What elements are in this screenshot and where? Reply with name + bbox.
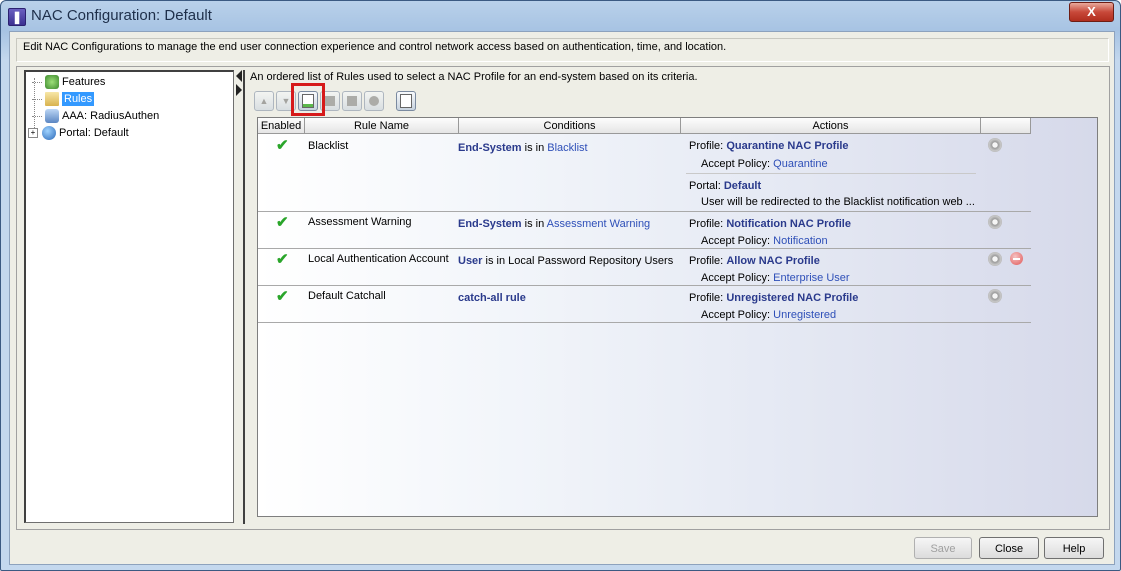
down-arrow-icon: ▼ [281, 96, 291, 106]
tree-item-label: Rules [62, 92, 95, 106]
rules-table[interactable]: Enabled Rule Name Conditions Actions ✔ B… [257, 117, 1098, 517]
rule-condition: catch-all rule [458, 292, 526, 304]
tree-item-features[interactable]: Features [32, 74, 105, 90]
rule-name: Blacklist [308, 140, 349, 152]
rules-description: An ordered list of Rules used to select … [250, 71, 698, 83]
column-header-tools[interactable] [981, 118, 1031, 134]
close-button[interactable]: Close [979, 537, 1039, 559]
rule-name: Assessment Warning [308, 216, 412, 228]
save-button[interactable]: Save [914, 537, 972, 559]
enabled-check-icon[interactable]: ✔ [276, 289, 290, 304]
dialog-description: Edit NAC Configurations to manage the en… [16, 38, 1109, 62]
table-row[interactable]: ✔ Assessment Warning End-System is in As… [258, 212, 1031, 249]
app-icon: ❚ [8, 8, 26, 26]
copy-icon [347, 96, 357, 106]
rule-name: Local Authentication Account [308, 253, 449, 265]
enabled-check-icon[interactable]: ✔ [276, 252, 290, 267]
rule-condition: End-System is in Blacklist [458, 142, 588, 154]
panel-splitter[interactable] [235, 70, 243, 524]
tree-item-rules[interactable]: Rules [32, 91, 95, 107]
table-row[interactable]: ✔ Local Authentication Account User is i… [258, 249, 1031, 286]
column-header-rule-name[interactable]: Rule Name [305, 118, 459, 134]
navigation-tree[interactable]: Features Rules AAA: RadiusAuthen + Porta… [24, 70, 234, 523]
table-row[interactable]: ✔ Blacklist End-System is in Blacklist P… [258, 135, 1031, 212]
title-bar[interactable]: ❚ NAC Configuration: Default X [1, 1, 1120, 31]
settings-document-icon [400, 94, 412, 108]
highlight-box [291, 83, 325, 116]
table-row[interactable]: ✔ Default Catchall catch-all rule Profil… [258, 286, 1031, 323]
delete-rule-button[interactable] [364, 91, 384, 111]
action-divider [686, 173, 976, 174]
up-arrow-icon: ▲ [259, 96, 269, 106]
window-close-button[interactable]: X [1069, 2, 1114, 22]
collapse-left-icon[interactable] [236, 70, 242, 82]
enabled-check-icon[interactable]: ✔ [276, 215, 290, 230]
rules-icon [45, 92, 59, 106]
rule-accept-policy: Accept Policy: Notification [701, 235, 828, 247]
expand-right-icon[interactable] [236, 84, 242, 96]
rule-settings-button[interactable] [396, 91, 416, 111]
tree-item-label: AAA: RadiusAuthen [62, 110, 160, 122]
enabled-check-icon[interactable]: ✔ [276, 138, 290, 153]
rule-accept-policy: Accept Policy: Enterprise User [701, 272, 850, 284]
gear-icon[interactable] [988, 138, 1002, 152]
rule-condition: User is in Local Password Repository Use… [458, 255, 674, 267]
rule-accept-policy: Accept Policy: Unregistered [701, 309, 837, 321]
edit-icon [325, 96, 335, 106]
tree-item-aaa[interactable]: AAA: RadiusAuthen [32, 108, 159, 124]
dialog-body: Edit NAC Configurations to manage the en… [9, 31, 1115, 565]
rule-profile: Profile: Unregistered NAC Profile [689, 292, 859, 304]
rules-panel: An ordered list of Rules used to select … [243, 70, 1107, 524]
rule-profile: Profile: Quarantine NAC Profile [689, 140, 849, 152]
rule-name: Default Catchall [308, 290, 386, 302]
rules-toolbar: ▲ ▼ [254, 90, 418, 112]
content-panel: Features Rules AAA: RadiusAuthen + Porta… [16, 66, 1110, 530]
gear-icon[interactable] [988, 252, 1002, 266]
help-button[interactable]: Help [1044, 537, 1104, 559]
globe-icon [42, 126, 56, 140]
column-header-enabled[interactable]: Enabled [258, 118, 305, 134]
tree-item-label: Features [62, 76, 106, 88]
move-up-button[interactable]: ▲ [254, 91, 274, 111]
rule-accept-policy: Accept Policy: Quarantine [701, 158, 828, 170]
column-header-conditions[interactable]: Conditions [459, 118, 681, 134]
nac-configuration-window: ❚ NAC Configuration: Default X Edit NAC … [0, 0, 1121, 571]
tree-item-portal[interactable]: + Portal: Default [28, 125, 129, 141]
remove-rule-icon[interactable] [1010, 252, 1023, 265]
rule-profile: Profile: Notification NAC Profile [689, 218, 851, 230]
features-icon [45, 75, 59, 89]
expand-icon[interactable]: + [28, 128, 38, 138]
tree-item-label: Portal: Default [59, 127, 129, 139]
gear-icon[interactable] [988, 215, 1002, 229]
delete-icon [369, 96, 379, 106]
rule-portal-note: User will be redirected to the Blacklist… [701, 196, 975, 208]
window-title: NAC Configuration: Default [31, 7, 212, 24]
gear-icon[interactable] [988, 289, 1002, 303]
rule-condition: End-System is in Assessment Warning [458, 218, 651, 230]
rule-portal: Portal: Default [689, 180, 762, 192]
rule-profile: Profile: Allow NAC Profile [689, 255, 820, 267]
copy-rule-button[interactable] [342, 91, 362, 111]
column-header-actions[interactable]: Actions [681, 118, 981, 134]
aaa-icon [45, 109, 59, 123]
